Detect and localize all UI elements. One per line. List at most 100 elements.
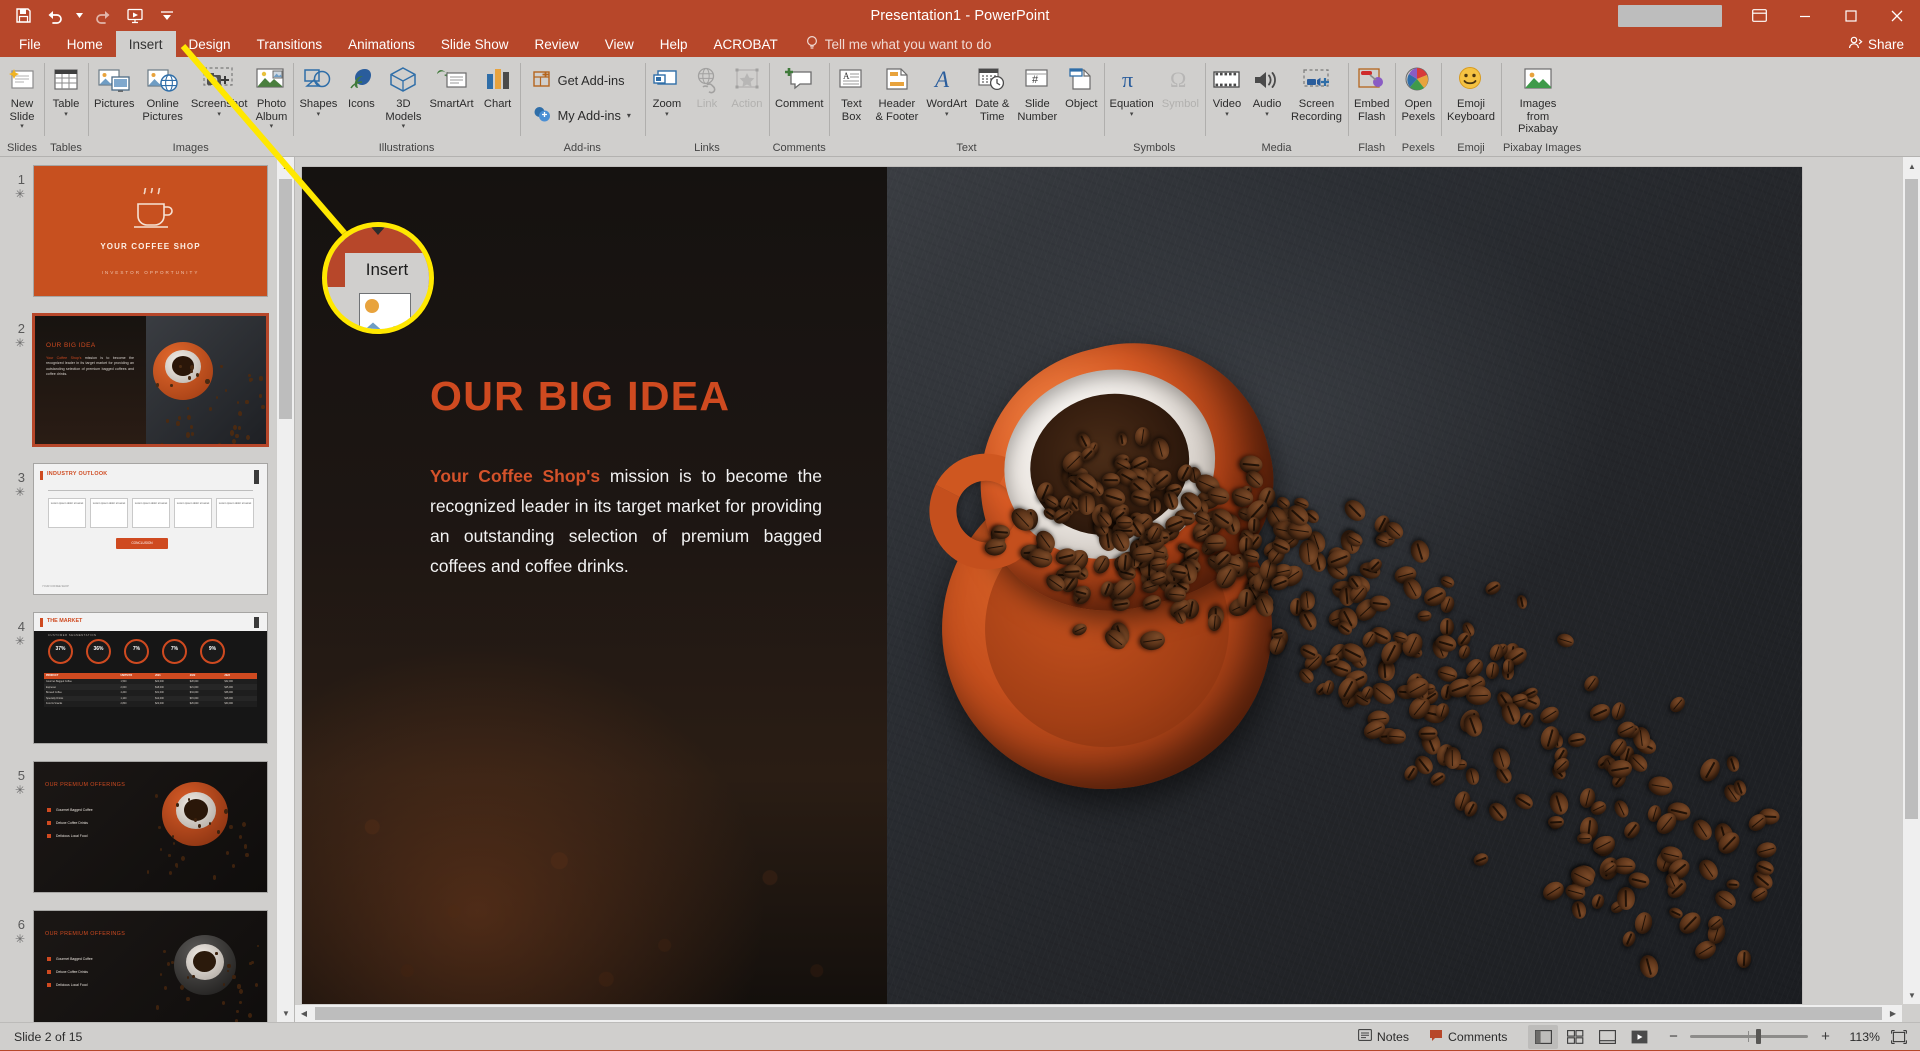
chevron-down-icon[interactable]: ▾ [945, 111, 949, 118]
chevron-down-icon[interactable]: ▾ [270, 123, 274, 130]
chevron-down-icon[interactable]: ▾ [217, 111, 221, 118]
slide-body-text[interactable]: Your Coffee Shop's mission is to become … [430, 461, 822, 581]
reading-view-button[interactable] [1592, 1025, 1622, 1049]
zoom-button[interactable]: Zoom▾ [647, 61, 687, 118]
tab-design[interactable]: Design [176, 31, 244, 57]
3d-models-button[interactable]: 3D Models▾ [381, 61, 425, 130]
slide-thumbnail-item[interactable]: 5✳OUR PREMIUM OFFERINGSGourmet Bagged Co… [0, 761, 276, 893]
tab-insert[interactable]: Insert [116, 31, 176, 57]
tab-transitions[interactable]: Transitions [244, 31, 336, 57]
comments-button[interactable]: Comments [1419, 1023, 1517, 1051]
thumbnails-scrollbar[interactable]: ▲ ▼ [276, 157, 294, 1022]
screen-recording-button[interactable]: Screen Recording [1287, 61, 1346, 123]
tab-help[interactable]: Help [647, 31, 701, 57]
scroll-down-arrow-icon[interactable]: ▼ [277, 1004, 295, 1022]
slide-hscroll-thumb[interactable] [315, 1007, 1882, 1020]
embed-flash-button[interactable]: Embed Flash [1350, 61, 1393, 123]
tab-acrobat[interactable]: ACROBAT [701, 31, 791, 57]
chevron-down-icon[interactable]: ▾ [1225, 111, 1229, 118]
text-box-button[interactable]: AText Box [831, 61, 871, 123]
customize-qat-icon[interactable] [152, 3, 182, 29]
slide-horizontal-scrollbar[interactable]: ◀ ▶ [295, 1004, 1902, 1022]
slide-thumbnail-preview[interactable]: THE MARKETCUSTOMER SEGMENTATION37%36%7%7… [33, 612, 268, 744]
zoom-percent-label[interactable]: 113% [1843, 1023, 1886, 1051]
tab-slide-show[interactable]: Slide Show [428, 31, 522, 57]
chevron-down-icon[interactable]: ▾ [402, 123, 406, 130]
slide-scroll-left-arrow-icon[interactable]: ◀ [295, 1005, 313, 1023]
get-add-ins-button[interactable]: Get Add-ins [528, 67, 639, 94]
zoom-track[interactable] [1690, 1035, 1808, 1038]
chevron-down-icon[interactable]: ▾ [64, 111, 68, 118]
wordart-button[interactable]: AWordArt▾ [922, 61, 971, 118]
slide-thumbnail-item[interactable]: 1✳YOUR COFFEE SHOPINVESTOR OPPORTUNITY [0, 165, 276, 297]
undo-icon[interactable] [40, 3, 70, 29]
notes-button[interactable]: Notes [1348, 1023, 1419, 1051]
slide-number-button[interactable]: #Slide Number [1013, 61, 1061, 123]
pictures-button[interactable]: Pictures [90, 61, 138, 111]
slide-title[interactable]: OUR BIG IDEA [430, 373, 730, 420]
online-pictures-button[interactable]: Online Pictures [138, 61, 186, 123]
tab-view[interactable]: View [592, 31, 647, 57]
save-icon[interactable] [8, 3, 38, 29]
images-from-pixabay-button[interactable]: Images from Pixabay [1503, 61, 1573, 136]
smartart-button[interactable]: SmartArt [425, 61, 477, 111]
fit-to-window-button[interactable] [1886, 1025, 1912, 1049]
tab-review[interactable]: Review [521, 31, 591, 57]
comment-button[interactable]: Comment [771, 61, 828, 111]
tell-me-search[interactable]: Tell me what you want to do [791, 31, 1002, 57]
screenshot-button[interactable]: Screenshot▾ [187, 61, 252, 118]
tab-animations[interactable]: Animations [335, 31, 428, 57]
zoom-slider[interactable]: − + [1655, 1030, 1843, 1044]
thumbnails-scrollbar-thumb[interactable] [279, 179, 292, 419]
new-slide-button[interactable]: New Slide▾ [2, 61, 42, 130]
audio-button[interactable]: Audio▾ [1247, 61, 1287, 118]
slide-scroll-up-arrow-icon[interactable]: ▲ [1903, 157, 1920, 175]
open-pexels-button[interactable]: Open Pexels [1397, 61, 1439, 123]
normal-view-button[interactable] [1528, 1025, 1558, 1049]
chevron-down-icon[interactable]: ▾ [627, 111, 631, 120]
chart-button[interactable]: Chart [478, 61, 518, 111]
slide-thumbnail-item[interactable]: 6✳OUR PREMIUM OFFERINGSGourmet Bagged Co… [0, 910, 276, 1022]
shapes-button[interactable]: Shapes▾ [295, 61, 341, 118]
slide-vscroll-thumb[interactable] [1905, 179, 1918, 819]
slide-thumbnail-preview[interactable]: OUR PREMIUM OFFERINGSGourmet Bagged Coff… [33, 761, 268, 893]
slide-scroll-right-arrow-icon[interactable]: ▶ [1884, 1005, 1902, 1023]
tab-home[interactable]: Home [54, 31, 116, 57]
my-add-ins-button[interactable]: My Add-ins▾ [528, 102, 639, 129]
zoom-knob[interactable] [1756, 1029, 1761, 1044]
start-presentation-icon[interactable] [120, 3, 150, 29]
slide-sorter-view-button[interactable] [1560, 1025, 1590, 1049]
ribbon-display-options-icon[interactable] [1736, 0, 1782, 31]
chevron-down-icon[interactable]: ▾ [1130, 111, 1134, 118]
slide-thumbnails-list[interactable]: 1✳YOUR COFFEE SHOPINVESTOR OPPORTUNITY2✳… [0, 157, 276, 1022]
slide-thumbnail-item[interactable]: 3✳INDUSTRY OUTLOOKLorem ipsum dolor sit … [0, 463, 276, 595]
minimize-icon[interactable] [1782, 0, 1828, 31]
slide-show-button[interactable] [1624, 1025, 1654, 1049]
slide-thumbnail-preview[interactable]: YOUR COFFEE SHOPINVESTOR OPPORTUNITY [33, 165, 268, 297]
close-icon[interactable] [1874, 0, 1920, 31]
chevron-down-icon[interactable]: ▾ [20, 123, 24, 130]
slide-thumbnail-preview[interactable]: OUR BIG IDEAYour Coffee Shop's mission i… [33, 314, 268, 446]
date-time-button[interactable]: Date & Time [971, 61, 1013, 123]
chevron-down-icon[interactable]: ▾ [665, 111, 669, 118]
restore-icon[interactable] [1828, 0, 1874, 31]
header-footer-button[interactable]: Header & Footer [871, 61, 922, 123]
icons-button[interactable]: Icons [341, 61, 381, 111]
video-button[interactable]: Video▾ [1207, 61, 1247, 118]
chevron-down-icon[interactable]: ▾ [1265, 111, 1269, 118]
slide-vertical-scrollbar[interactable]: ▲ ▼ [1902, 157, 1920, 1004]
current-slide[interactable]: OUR BIG IDEA Your Coffee Shop's mission … [302, 167, 1802, 1013]
photo-album-button[interactable]: Photo Album▾ [251, 61, 291, 130]
redo-icon[interactable] [88, 3, 118, 29]
undo-dropdown-icon[interactable] [72, 3, 86, 29]
scroll-up-arrow-icon[interactable]: ▲ [277, 157, 295, 175]
slide-scroll-down-arrow-icon[interactable]: ▼ [1903, 986, 1920, 1004]
tab-file[interactable]: File [6, 31, 54, 57]
zoom-in-button[interactable]: + [1817, 1030, 1833, 1044]
slide-thumbnail-item[interactable]: 4✳THE MARKETCUSTOMER SEGMENTATION37%36%7… [0, 612, 276, 744]
table-button[interactable]: Table▾ [46, 61, 86, 118]
slide-thumbnail-preview[interactable]: INDUSTRY OUTLOOKLorem ipsum dolor sit am… [33, 463, 268, 595]
slide-thumbnail-preview[interactable]: OUR PREMIUM OFFERINGSGourmet Bagged Coff… [33, 910, 268, 1022]
equation-button[interactable]: πEquation▾ [1106, 61, 1158, 118]
share-button[interactable]: Share [1832, 31, 1920, 57]
